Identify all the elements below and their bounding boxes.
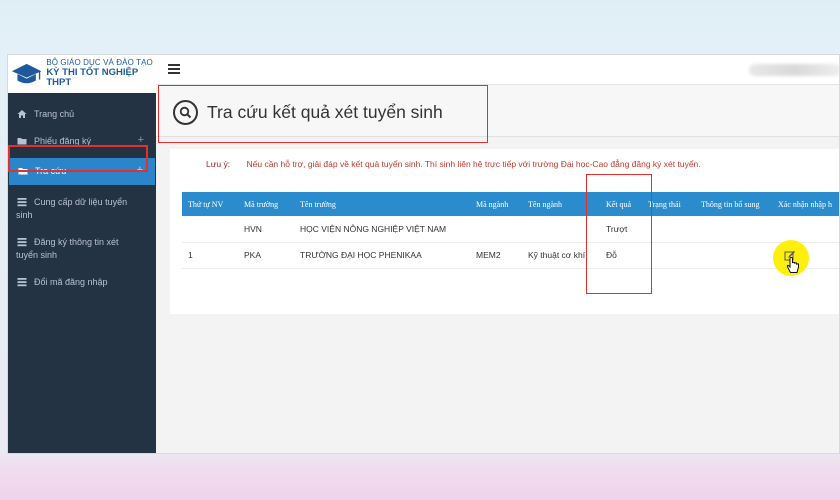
page-title-group: Tra cứu kết quả xét tuyển sinh xyxy=(173,100,443,125)
column-header: Mã trường xyxy=(238,192,294,216)
list-icon xyxy=(17,278,27,287)
sidebar-item-label: Cung cấp dữ liệu tuyển sinh xyxy=(16,197,128,220)
page-title: Tra cứu kết quả xét tuyển sinh xyxy=(207,102,443,122)
sidebar-item-label: Trang chủ xyxy=(34,109,75,119)
logo[interactable]: BỘ GIÁO DỤC VÀ ĐÀO TẠO KỲ THI TỐT NGHIỆP… xyxy=(8,55,156,93)
note-text: Lưu ý: Nếu cần hỗ trợ, giải đáp về kết q… xyxy=(206,159,701,169)
results-panel: Lưu ý: Nếu cần hỗ trợ, giải đáp về kết q… xyxy=(170,149,839,314)
list-icon xyxy=(17,198,27,207)
graduation-cap-icon xyxy=(11,63,42,84)
cell-order xyxy=(182,216,238,243)
hand-cursor-icon xyxy=(786,257,799,273)
cell-additional-info xyxy=(695,216,772,243)
top-bar xyxy=(156,55,839,85)
table-header-row: Thứ tự NV Mã trường Tên trường Mã ngành … xyxy=(182,192,839,216)
column-header: Xác nhận nhập h xyxy=(772,192,839,216)
menu-toggle-icon[interactable] xyxy=(168,64,180,74)
sidebar-item-label: Đăng ký thông tin xét tuyển sinh xyxy=(16,237,119,260)
column-header: Mã ngành xyxy=(470,192,522,216)
cell-order: 1 xyxy=(182,242,238,269)
sidebar-item-admission-registration[interactable]: Đăng ký thông tin xét tuyển sinh xyxy=(8,229,156,269)
results-table: Thứ tự NV Mã trường Tên trường Mã ngành … xyxy=(182,192,839,269)
column-header: Thứ tự NV xyxy=(182,192,238,216)
sidebar-menu: Trang chủ Phiếu đăng ký + Tra cứu + Cung… xyxy=(8,99,156,296)
cell-major-code: MEM2 xyxy=(470,242,522,269)
column-header: Tên trường xyxy=(294,192,470,216)
cell-additional-info xyxy=(695,242,772,269)
cell-confirm xyxy=(772,216,839,243)
table-row: 1 PKA TRƯỜNG ĐẠI HỌC PHENIKAA MEM2 Kỹ th… xyxy=(182,242,839,269)
cell-school-name: HỌC VIỆN NÔNG NGHIỆP VIỆT NAM xyxy=(294,216,470,243)
home-icon xyxy=(17,110,27,118)
cell-school-code: PKA xyxy=(238,242,294,269)
cell-major-code xyxy=(470,216,522,243)
note-message: Nếu cần hỗ trợ, giải đáp về kết quả tuyể… xyxy=(246,159,701,169)
note-label: Lưu ý: xyxy=(206,159,231,169)
table-row: HVN HỌC VIỆN NÔNG NGHIỆP VIỆT NAM Trượt xyxy=(182,216,839,243)
sidebar-item-change-password[interactable]: Đổi mã đăng nhập xyxy=(8,269,156,296)
result-column-highlight-box xyxy=(586,174,652,294)
sidebar: BỘ GIÁO DỤC VÀ ĐÀO TẠO KỲ THI TỐT NGHIỆP… xyxy=(8,55,156,453)
user-account-menu[interactable] xyxy=(749,64,839,76)
sidebar-item-label: Đổi mã đăng nhập xyxy=(34,277,108,287)
sidebar-item-data-provision[interactable]: Cung cấp dữ liệu tuyển sinh xyxy=(8,189,156,229)
column-header: Thông tin bổ sung xyxy=(695,192,772,216)
cell-school-name: TRƯỜNG ĐẠI HỌC PHENIKAA xyxy=(294,242,470,269)
search-icon xyxy=(173,100,198,125)
cell-school-code: HVN xyxy=(238,216,294,243)
list-icon xyxy=(17,238,27,247)
sidebar-highlight-box xyxy=(8,145,148,172)
logo-line2: KỲ THI TỐT NGHIỆP THPT xyxy=(46,66,138,89)
sidebar-item-home[interactable]: Trang chủ xyxy=(8,101,156,128)
